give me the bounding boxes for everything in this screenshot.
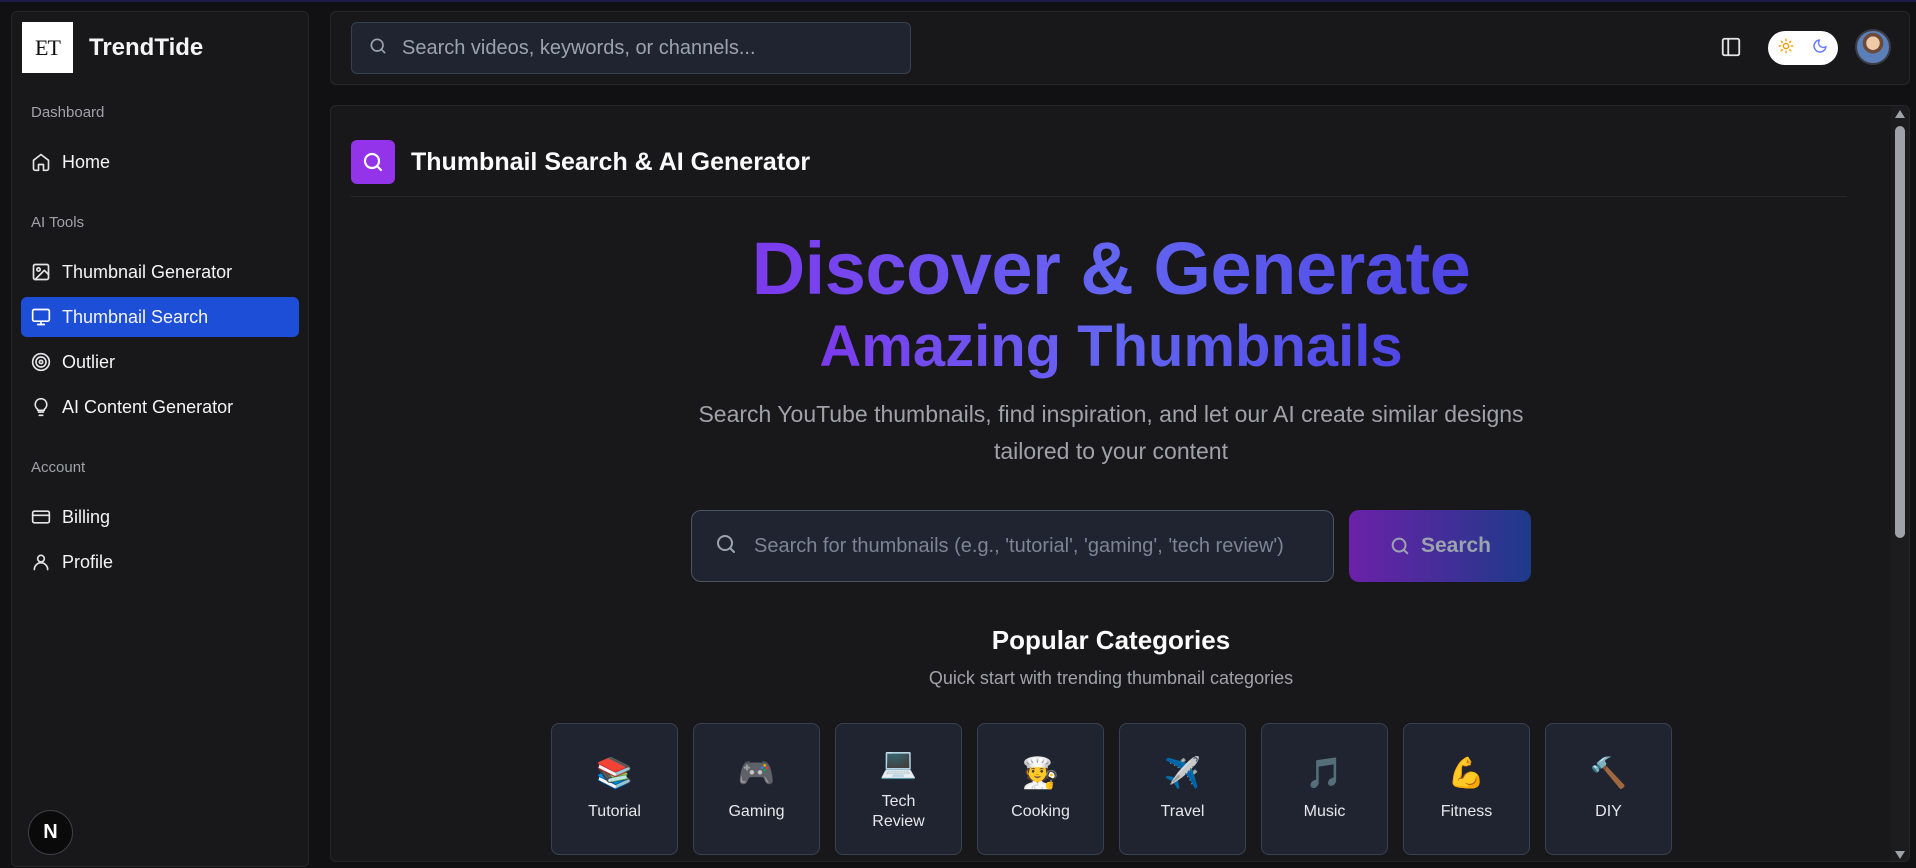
sidebar-item-label: Billing bbox=[62, 506, 111, 527]
sidebar-item-billing[interactable]: Billing bbox=[21, 497, 299, 537]
sidebar-item-ai-content-generator[interactable]: AI Content Generator bbox=[21, 387, 299, 427]
home-icon bbox=[31, 152, 62, 172]
search-icon bbox=[368, 36, 388, 61]
sidebar-item-home[interactable]: Home bbox=[21, 142, 299, 182]
thumbnail-search-input[interactable] bbox=[754, 534, 1324, 558]
books-icon: 📚 bbox=[595, 757, 634, 790]
hero-title-line2: Amazing Thumbnails bbox=[819, 314, 1403, 379]
category-label: Music bbox=[1303, 803, 1346, 820]
moon-icon bbox=[1812, 38, 1828, 59]
search-icon bbox=[351, 140, 395, 184]
brand[interactable]: ET TrendTide bbox=[22, 22, 203, 73]
sidebar-item-label: Outlier bbox=[62, 351, 116, 372]
nav-group-dashboard: Dashboard bbox=[31, 104, 105, 121]
scrollbar[interactable] bbox=[1891, 106, 1909, 861]
sidebar-toggle-icon[interactable] bbox=[1720, 36, 1744, 60]
avatar[interactable] bbox=[1855, 29, 1891, 65]
search-icon bbox=[1391, 537, 1409, 555]
category-label: DIY bbox=[1595, 803, 1622, 820]
category-label: Tech Review bbox=[872, 793, 925, 830]
sidebar-item-label: Profile bbox=[62, 551, 114, 572]
credit-card-icon bbox=[31, 507, 62, 527]
search-button[interactable]: Search bbox=[1349, 510, 1531, 582]
scroll-up-arrow-icon[interactable] bbox=[1895, 110, 1905, 118]
categories-title: Popular Categories bbox=[991, 625, 1231, 655]
next-dev-badge[interactable]: N bbox=[28, 810, 73, 855]
gamepad-icon: 🎮 bbox=[737, 757, 776, 790]
category-label: Cooking bbox=[1011, 803, 1070, 820]
brand-name: TrendTide bbox=[89, 33, 204, 61]
category-diy[interactable]: 🔨 DIY bbox=[1545, 723, 1672, 855]
category-label: Tutorial bbox=[588, 803, 641, 820]
categories-subtitle: Quick start with trending thumbnail cate… bbox=[928, 668, 1294, 688]
sidebar-item-outlier[interactable]: Outlier bbox=[21, 342, 299, 382]
user-icon bbox=[31, 552, 62, 572]
scroll-thumb[interactable] bbox=[1895, 126, 1905, 538]
category-cooking[interactable]: 🧑‍🍳 Cooking bbox=[977, 723, 1104, 855]
category-tutorial[interactable]: 📚 Tutorial bbox=[551, 723, 678, 855]
category-grid: 📚 Tutorial 🎮 Gaming 💻 Tech Review 🧑‍🍳 Co… bbox=[551, 723, 1681, 855]
sidebar-item-thumbnail-search[interactable]: Thumbnail Search bbox=[21, 297, 299, 337]
sidebar-item-thumbnail-generator[interactable]: Thumbnail Generator bbox=[21, 252, 299, 292]
window-top-accent bbox=[0, 0, 1916, 2]
main-panel: Thumbnail Search & AI Generator Discover… bbox=[330, 105, 1910, 862]
hero-title-line1: Discover & Generate bbox=[751, 227, 1471, 310]
category-music[interactable]: 🎵 Music bbox=[1261, 723, 1388, 855]
thumbnail-search-box[interactable] bbox=[691, 510, 1334, 582]
page-header: Thumbnail Search & AI Generator bbox=[351, 140, 810, 184]
nav-group-ai-tools: AI Tools bbox=[31, 214, 85, 231]
global-search[interactable] bbox=[351, 22, 911, 74]
sidebar-item-profile[interactable]: Profile bbox=[21, 542, 299, 582]
hero-subtitle-heading: Amazing Thumbnails bbox=[331, 313, 1891, 380]
flexed-arm-icon: 💪 bbox=[1447, 757, 1486, 790]
sidebar-item-label: AI Content Generator bbox=[62, 396, 234, 417]
page-title: Thumbnail Search & AI Generator bbox=[411, 147, 811, 176]
search-button-label: Search bbox=[1420, 534, 1492, 557]
category-fitness[interactable]: 💪 Fitness bbox=[1403, 723, 1530, 855]
sidebar-item-label: Thumbnail Search bbox=[62, 306, 209, 327]
category-gaming[interactable]: 🎮 Gaming bbox=[693, 723, 820, 855]
sidebar-item-label: Thumbnail Generator bbox=[62, 261, 233, 282]
category-travel[interactable]: ✈️ Travel bbox=[1119, 723, 1246, 855]
hammer-icon: 🔨 bbox=[1589, 757, 1628, 790]
monitor-icon bbox=[31, 307, 62, 327]
hero-description: Search YouTube thumbnails, find inspirat… bbox=[698, 401, 1524, 464]
sidebar: ET TrendTide Dashboard Home AI Tools Thu… bbox=[11, 11, 309, 867]
music-note-icon: 🎵 bbox=[1305, 757, 1344, 790]
category-tech-review[interactable]: 💻 Tech Review bbox=[835, 723, 962, 855]
category-label: Gaming bbox=[728, 803, 785, 820]
category-label: Travel bbox=[1160, 803, 1205, 820]
target-icon bbox=[31, 352, 62, 372]
divider bbox=[351, 196, 1847, 197]
chef-icon: 🧑‍🍳 bbox=[1021, 757, 1060, 790]
image-icon bbox=[31, 262, 62, 282]
scroll-down-arrow-icon[interactable] bbox=[1895, 851, 1905, 859]
category-label: Fitness bbox=[1440, 803, 1493, 820]
top-header bbox=[330, 11, 1910, 85]
sidebar-item-label: Home bbox=[62, 151, 111, 172]
global-search-input[interactable] bbox=[402, 36, 902, 60]
lightbulb-icon bbox=[31, 397, 62, 417]
airplane-icon: ✈️ bbox=[1163, 757, 1202, 790]
laptop-icon: 💻 bbox=[879, 747, 918, 780]
sun-icon bbox=[1778, 38, 1794, 59]
brand-logo: ET bbox=[22, 22, 73, 73]
theme-toggle[interactable] bbox=[1768, 31, 1838, 65]
search-icon bbox=[714, 532, 738, 561]
hero-title: Discover & Generate bbox=[331, 226, 1891, 311]
nav-group-account: Account bbox=[31, 459, 86, 476]
